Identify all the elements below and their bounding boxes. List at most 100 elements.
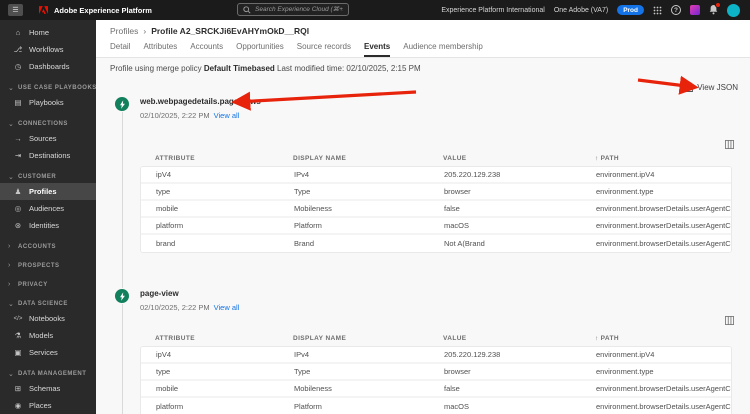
notebooks-icon: </> <box>13 315 23 322</box>
sidebar-item-models[interactable]: ⚗ Models <box>0 327 96 344</box>
sidebar-item-schemas[interactable]: ⊞ Schemas <box>0 380 96 397</box>
breadcrumb: Profiles › Profile A2_SRCKJi6EvAHYmOkD__… <box>110 26 736 36</box>
event-title: page-view <box>140 289 179 298</box>
search-box[interactable] <box>237 3 349 16</box>
user-avatar[interactable] <box>727 3 740 17</box>
table-row[interactable]: platform Platform macOS environment.browser… <box>141 398 731 414</box>
table-header-row: ATTRIBUTE DISPLAY NAME VALUE ↑ PATH <box>140 330 732 346</box>
view-all-link[interactable]: View all <box>214 303 240 312</box>
sidebar-section-prospects[interactable]: › PROSPECTS <box>0 259 96 272</box>
sidebar-item-home[interactable]: ⌂ Home <box>0 24 96 41</box>
page-header: Profiles › Profile A2_SRCKJi6EvAHYmOkD__… <box>96 20 750 58</box>
sources-icon: → <box>14 134 22 143</box>
sidebar-item-playbooks[interactable]: ▤ Playbooks <box>0 94 96 111</box>
table-row[interactable]: mobile Mobileness false environment.browser… <box>141 381 731 398</box>
table-row[interactable]: type Type browser environment.type <box>141 364 731 381</box>
audiences-icon: ◎ <box>14 204 22 213</box>
sidebar-item-destinations[interactable]: ⇥ Destinations <box>0 147 96 164</box>
tab-attributes[interactable]: Attributes <box>143 42 177 57</box>
column-settings-icon[interactable] <box>725 312 734 330</box>
view-all-link[interactable]: View all <box>214 111 240 120</box>
environment-badge[interactable]: Prod <box>617 5 644 15</box>
sidebar-item-services[interactable]: ▣ Services <box>0 344 96 361</box>
app-title: Adobe Experience Platform <box>54 5 152 15</box>
search-icon <box>243 5 251 14</box>
sidebar-section-connections[interactable]: ⌄ CONNECTIONS <box>0 117 96 130</box>
event-timestamp: 02/10/2025, 2:22 PM View all <box>140 303 240 312</box>
chevron-down-icon: ⌄ <box>8 300 15 308</box>
sidebar-section-accounts[interactable]: › ACCOUNTS <box>0 240 96 253</box>
chevron-right-icon: › <box>8 262 11 269</box>
view-json-button[interactable]: View JSON <box>685 82 738 92</box>
top-bar: ☰ Adobe Experience Platform Experience P… <box>0 0 750 20</box>
event-title: web.webpagedetails.pageViews <box>140 97 261 106</box>
sidebar-item-profiles[interactable]: ♟ Profiles <box>0 183 96 200</box>
page-title: Profile A2_SRCKJi6EvAHYmOkD__RQl <box>151 26 310 36</box>
chevron-down-icon: ⌄ <box>8 120 15 128</box>
hamburger-icon: ☰ <box>12 7 19 14</box>
chevron-down-icon: ⌄ <box>8 84 15 92</box>
sidebar-item-notebooks[interactable]: </> Notebooks <box>0 310 96 327</box>
sidebar-nav: ⌂ Home ⎇ Workflows ◷ Dashboards ⌄ USE CASE P… <box>0 20 96 414</box>
ai-assistant-icon[interactable] <box>690 5 700 15</box>
schemas-icon: ⊞ <box>14 384 22 393</box>
playbooks-icon: ▤ <box>14 98 22 107</box>
tab-events[interactable]: Events <box>364 42 391 57</box>
table-row[interactable]: ipV4 IPv4 205.220.129.238 environment.ipV4 <box>141 347 731 364</box>
tab-opportunities[interactable]: Opportunities <box>236 42 284 57</box>
sidebar-item-dashboards[interactable]: ◷ Dashboards <box>0 58 96 75</box>
account-switcher[interactable]: One Adobe (VA7) <box>554 7 608 14</box>
sidebar-section-data-science[interactable]: ⌄ DATA SCIENCE <box>0 297 96 310</box>
tab-bar: Detail Attributes Accounts Opportunities… <box>110 42 736 57</box>
tab-audience-membership[interactable]: Audience membership <box>403 42 483 57</box>
tab-source-records[interactable]: Source records <box>297 42 351 57</box>
column-header-value[interactable]: VALUE <box>428 335 580 342</box>
table-row[interactable]: mobile Mobileness false environment.browser… <box>141 201 731 218</box>
sort-ascending-icon: ↑ <box>595 334 599 342</box>
profiles-icon: ♟ <box>14 187 22 196</box>
identities-icon: ⊛ <box>14 221 22 230</box>
lightning-bolt-icon <box>119 291 125 301</box>
adobe-logo-icon <box>39 6 48 14</box>
breadcrumb-profiles-link[interactable]: Profiles <box>110 26 138 36</box>
table-row[interactable]: ipV4 IPv4 205.220.129.238 environment.ipV4 <box>141 167 731 184</box>
column-header-display-name[interactable]: DISPLAY NAME <box>278 155 428 162</box>
table-row[interactable]: type Type browser environment.type <box>141 184 731 201</box>
lightning-bolt-icon <box>119 99 125 109</box>
column-header-display-name[interactable]: DISPLAY NAME <box>278 335 428 342</box>
app-window: ☰ Adobe Experience Platform Experience P… <box>0 0 750 414</box>
sidebar-section-data-management[interactable]: ⌄ DATA MANAGEMENT <box>0 367 96 380</box>
hamburger-menu-button[interactable]: ☰ <box>8 4 23 16</box>
sidebar-item-audiences[interactable]: ◎ Audiences <box>0 200 96 217</box>
tab-accounts[interactable]: Accounts <box>190 42 223 57</box>
table-row[interactable]: brand Brand Not A(Brand environment.browser… <box>141 235 731 252</box>
chevron-right-icon: › <box>8 243 11 250</box>
notifications-bell-icon[interactable] <box>709 2 721 15</box>
chevron-down-icon: ⌄ <box>8 173 15 181</box>
table-row[interactable]: platform Platform macOS environment.browser… <box>141 218 731 235</box>
search-input[interactable] <box>255 6 343 13</box>
help-icon[interactable]: ? <box>671 5 681 15</box>
sidebar-item-identities[interactable]: ⊛ Identities <box>0 217 96 234</box>
sidebar-section-privacy[interactable]: › PRIVACY <box>0 278 96 291</box>
tab-detail[interactable]: Detail <box>110 42 130 57</box>
sidebar-item-workflows[interactable]: ⎇ Workflows <box>0 41 96 58</box>
org-name[interactable]: Experience Platform International <box>441 7 545 14</box>
sidebar-item-places[interactable]: ◉ Places <box>0 397 96 414</box>
merge-policy-text: Profile using merge policy Default Timeb… <box>110 64 421 73</box>
event-attributes-table: ATTRIBUTE DISPLAY NAME VALUE ↑ PATH ipV4 I… <box>140 330 732 414</box>
event-icon <box>114 96 130 112</box>
app-switcher-icon[interactable] <box>653 6 662 15</box>
column-header-attribute[interactable]: ATTRIBUTE <box>140 155 278 162</box>
destinations-icon: ⇥ <box>14 151 22 160</box>
column-header-value[interactable]: VALUE <box>428 155 580 162</box>
models-icon: ⚗ <box>14 331 22 340</box>
dashboards-icon: ◷ <box>14 62 22 71</box>
column-header-path[interactable]: ↑ PATH <box>580 335 732 342</box>
sidebar-section-customer[interactable]: ⌄ CUSTOMER <box>0 170 96 183</box>
column-header-attribute[interactable]: ATTRIBUTE <box>140 335 278 342</box>
column-header-path[interactable]: ↑ PATH <box>580 155 732 162</box>
merge-policy-name: Default Timebased <box>203 64 275 73</box>
sidebar-item-sources[interactable]: → Sources <box>0 130 96 147</box>
sidebar-section-use-case-playbooks[interactable]: ⌄ USE CASE PLAYBOOKS <box>0 81 96 94</box>
